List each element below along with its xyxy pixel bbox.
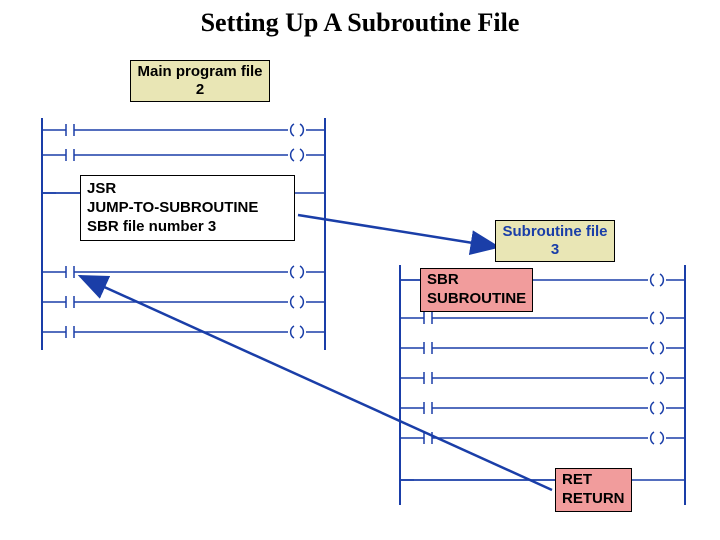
subroutine-label: Subroutine file 3 <box>495 220 615 262</box>
ladder-diagram <box>0 0 720 540</box>
ret-instruction-box: RET RETURN <box>555 468 632 512</box>
jsr-instruction-box: JSR JUMP-TO-SUBROUTINE SBR file number 3 <box>80 175 295 241</box>
main-program-label: Main program file 2 <box>130 60 270 102</box>
sbr-instruction-box: SBR SUBROUTINE <box>420 268 533 312</box>
